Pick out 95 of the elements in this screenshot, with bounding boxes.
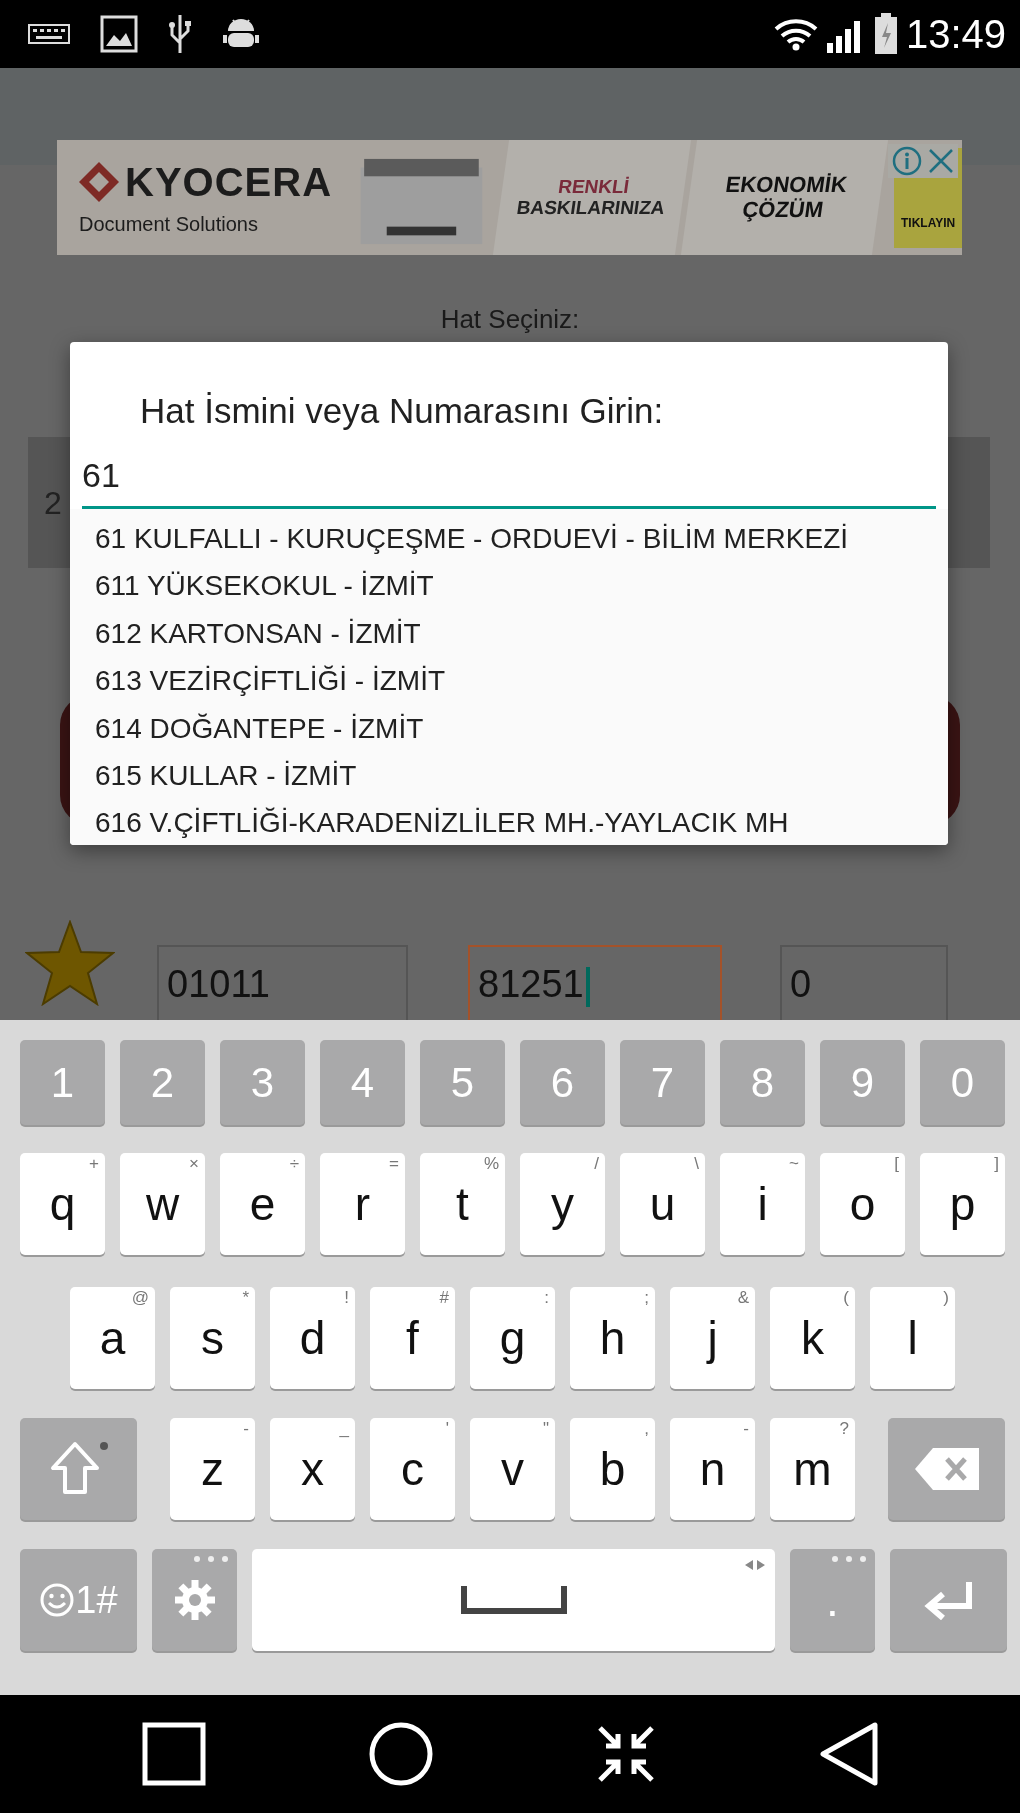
ad-offer: ÇÖZÜM — [741, 197, 826, 222]
key-hint: / — [594, 1155, 599, 1172]
key-hint: " — [542, 1420, 549, 1437]
key[interactable]: s * — [170, 1287, 255, 1389]
backspace-icon — [912, 1446, 981, 1492]
key-hint: ] — [994, 1155, 999, 1172]
key[interactable]: y / — [520, 1153, 605, 1255]
brand-logo: KYOCERA — [125, 161, 333, 202]
suggestion-item[interactable]: 613 VEZİRÇİFTLİĞİ - İZMİT — [70, 657, 948, 705]
usb-icon — [168, 13, 192, 55]
key[interactable]: p ] — [920, 1153, 1005, 1255]
key-hint: ( — [843, 1289, 849, 1306]
key[interactable]: b , — [570, 1418, 655, 1520]
key[interactable]: z - — [170, 1418, 255, 1520]
back-icon[interactable] — [818, 1722, 879, 1786]
backspace-key[interactable] — [888, 1418, 1005, 1520]
suggestion-item[interactable]: 61 KULFALLI - KURUÇEŞME - ORDUEVİ - BİLİM MERKEZİ — [70, 515, 948, 563]
clock-time: 13:49 — [905, 14, 1006, 54]
key-hint: : — [544, 1289, 549, 1306]
key[interactable]: g : — [470, 1287, 555, 1389]
key-hint: - — [243, 1420, 249, 1437]
dialog-title: Hat İsmini veya Numarasını Girin: — [139, 390, 665, 432]
enter-icon — [922, 1580, 975, 1620]
key-hint: \ — [694, 1155, 699, 1172]
key-hint: # — [439, 1289, 449, 1306]
key-hint: * — [242, 1289, 249, 1306]
ad-cta: TIKLAYIN — [901, 214, 956, 232]
key[interactable]: k ( — [770, 1287, 855, 1389]
key[interactable]: u \ — [620, 1153, 705, 1255]
key-hint: ! — [344, 1289, 349, 1306]
key[interactable]: x _ — [270, 1418, 355, 1520]
home-icon[interactable] — [368, 1722, 433, 1786]
suggestion-item[interactable]: 616 V.ÇİFTLİĞİ-KARADENİZLİLER MH.-YAYLACIK MH — [70, 799, 948, 845]
key-hint: ÷ — [289, 1155, 299, 1172]
image-icon — [100, 15, 138, 53]
settings-key[interactable] — [152, 1549, 237, 1651]
logo-icon — [79, 161, 119, 202]
ad-headline: RENKLİ — [556, 176, 631, 198]
key[interactable]: l ) — [870, 1287, 955, 1389]
key[interactable]: r = — [320, 1153, 405, 1255]
suggestion-item[interactable]: 611 YÜKSEKOKUL - İZMİT — [70, 562, 948, 610]
suggestion-item[interactable]: 614 DOĞANTEPE - İZMİT — [70, 704, 948, 752]
key-hint: - — [743, 1420, 749, 1437]
ad-banner[interactable]: KYOCERA Document Solutions RENKLİ BASKILARINIZA EKONOMİK ÇÖZÜM TIKLAYIN — [57, 140, 962, 255]
key[interactable]: h ; — [570, 1287, 655, 1389]
key-hint: ; — [644, 1289, 649, 1306]
key-hint: + — [89, 1155, 99, 1172]
key[interactable]: i ~ — [720, 1153, 805, 1255]
key-hint: ' — [445, 1420, 449, 1437]
key[interactable]: c ' — [370, 1418, 455, 1520]
key[interactable]: m ? — [770, 1418, 855, 1520]
suggestion-item[interactable]: 615 KULLAR - İZMİT — [70, 751, 948, 800]
close-icon[interactable] — [928, 148, 954, 174]
settings-icon — [172, 1578, 217, 1622]
key-hint: ) — [943, 1289, 949, 1306]
more-dots-icon — [831, 1555, 867, 1563]
battery-icon — [873, 13, 898, 55]
key[interactable]: o [ — [820, 1153, 905, 1255]
key-hint: [ — [894, 1155, 899, 1172]
smiley-icon — [39, 1582, 76, 1618]
suggestion-item[interactable]: 612 KARTONSAN - İZMİT — [70, 609, 948, 658]
key-hint: ? — [839, 1420, 849, 1437]
shift-key[interactable] — [20, 1418, 137, 1520]
recents-icon[interactable] — [141, 1722, 206, 1786]
info-icon[interactable] — [892, 146, 922, 176]
more-dots-icon — [193, 1555, 229, 1563]
collapse-arrows-icon[interactable] — [595, 1724, 656, 1784]
key-hint: = — [389, 1155, 399, 1172]
key-hint: @ — [131, 1289, 149, 1306]
key[interactable]: v " — [470, 1418, 555, 1520]
cursor-arrows-icon — [743, 1559, 767, 1571]
ad-tagline: Document Solutions — [79, 213, 259, 234]
key-hint: % — [483, 1155, 499, 1172]
key[interactable]: d ! — [270, 1287, 355, 1389]
key-hint: _ — [339, 1420, 349, 1437]
line-label: Hat Seçiniz: — [439, 306, 581, 332]
wifi-icon — [773, 17, 818, 51]
key[interactable]: n - — [670, 1418, 755, 1520]
ad-subline: BASKILARINIZA — [515, 197, 666, 219]
key-hint: × — [189, 1155, 199, 1172]
key-hint: ~ — [789, 1155, 799, 1172]
key[interactable]: j & — [670, 1287, 755, 1389]
key-hint: & — [737, 1289, 749, 1306]
key[interactable]: t % — [420, 1153, 505, 1255]
ad-offer: EKONOMİK — [724, 173, 849, 198]
star-icon[interactable] — [25, 920, 115, 1006]
key[interactable]: q + — [20, 1153, 105, 1255]
key[interactable]: f # — [370, 1287, 455, 1389]
key[interactable]: w × — [120, 1153, 205, 1255]
keyboard-icon — [28, 24, 70, 44]
enter-key[interactable] — [890, 1549, 1007, 1651]
key[interactable]: e ÷ — [220, 1153, 305, 1255]
key-hint: , — [644, 1420, 649, 1437]
key[interactable]: a @ — [70, 1287, 155, 1389]
space-bar-icon — [460, 1586, 567, 1614]
